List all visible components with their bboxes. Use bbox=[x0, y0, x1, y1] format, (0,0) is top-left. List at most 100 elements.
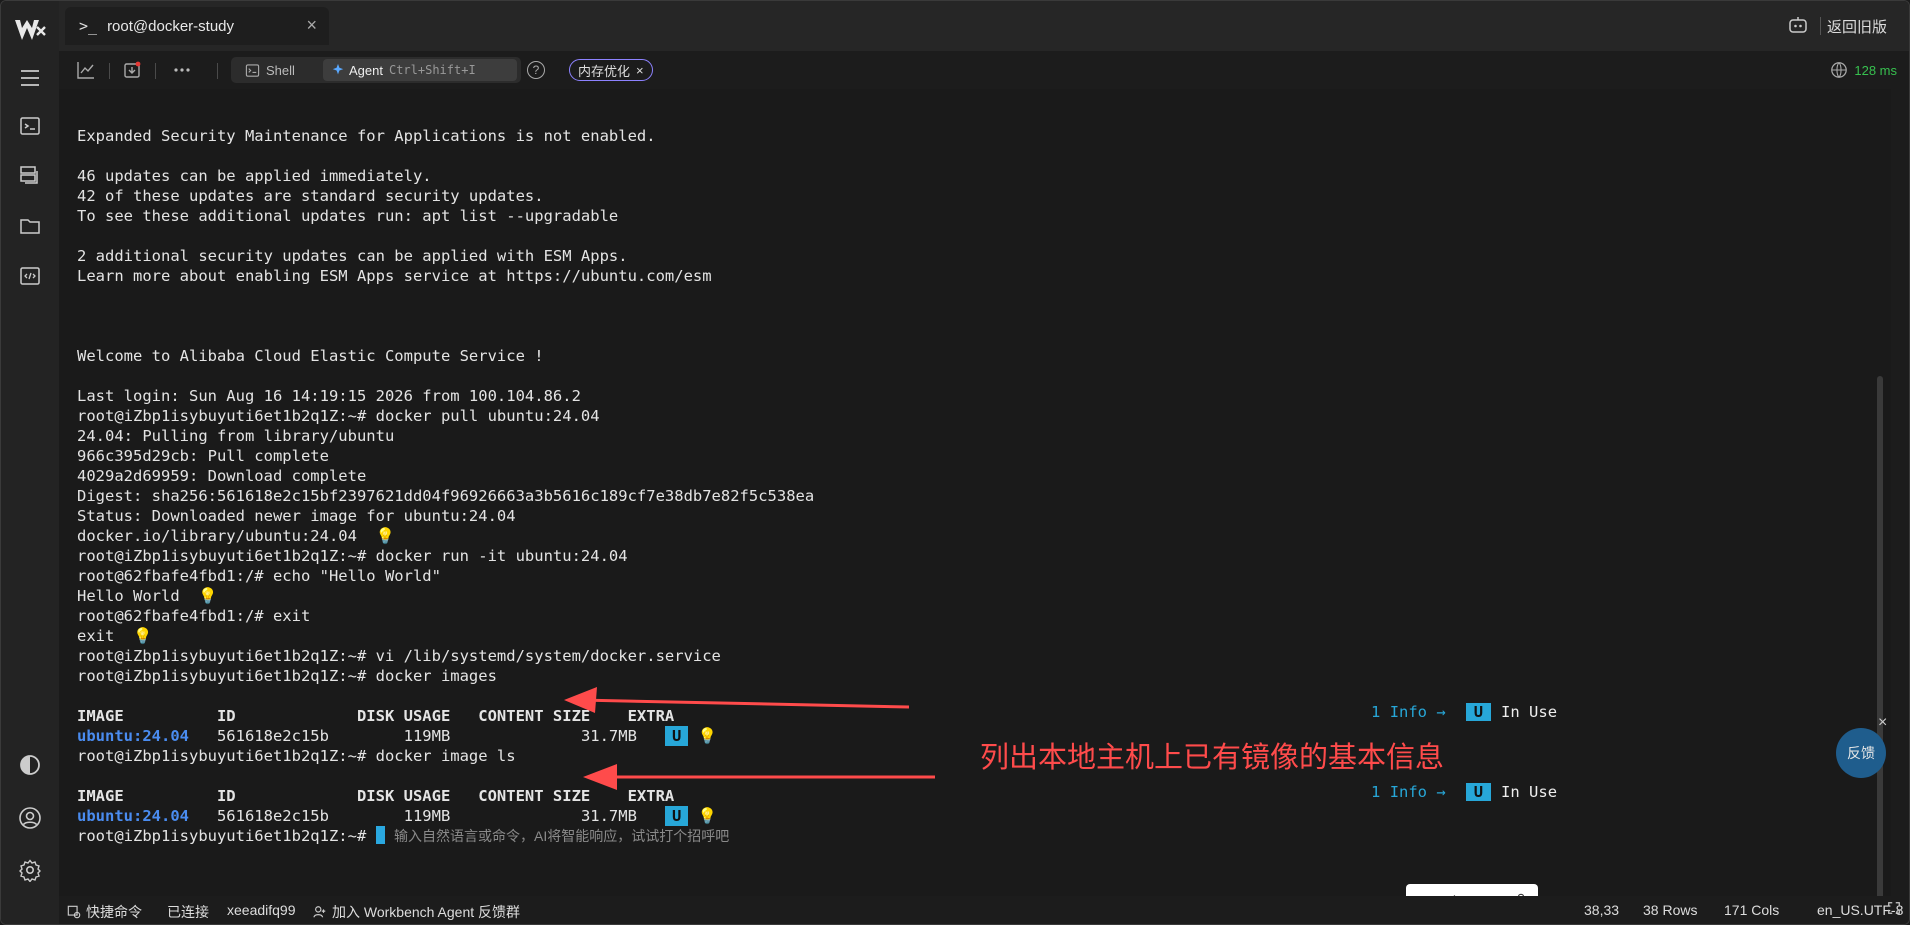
in-use-label: In Use bbox=[1501, 783, 1558, 801]
images-table-header: IMAGE ID DISK USAGE CONTENT SIZE EXTRA bbox=[77, 787, 675, 805]
folder-icon[interactable] bbox=[18, 214, 42, 238]
mode-switcher: Shell Agent Ctrl+Shift+I bbox=[231, 57, 521, 83]
divider bbox=[155, 63, 156, 79]
terminal-output[interactable]: Expanded Security Maintenance for Applic… bbox=[59, 89, 1891, 924]
globe-icon bbox=[1831, 62, 1848, 78]
terminal-line: Expanded Security Maintenance for Applic… bbox=[77, 127, 656, 145]
return-old-version-link[interactable]: 返回旧版 bbox=[1827, 16, 1887, 37]
user-add-icon bbox=[313, 906, 326, 918]
join-feedback-group-link[interactable]: 加入 Workbench Agent 反馈群 bbox=[313, 902, 520, 922]
usage-badge: U bbox=[1465, 703, 1492, 721]
terminal-line: root@iZbp1isybuyuti6et1b2q1Z:~# vi /lib/… bbox=[77, 647, 721, 665]
server-list-icon[interactable] bbox=[18, 164, 42, 188]
help-icon[interactable]: ? bbox=[527, 61, 545, 79]
terminal-line: Welcome to Alibaba Cloud Elastic Compute… bbox=[77, 347, 544, 365]
usage-badge: U bbox=[1465, 783, 1492, 801]
image-ls-command: root@iZbp1isybuyuti6et1b2q1Z:~# docker i… bbox=[77, 747, 516, 765]
quick-command-button[interactable]: 快捷命令 bbox=[67, 902, 142, 922]
lightbulb-icon[interactable]: 💡 bbox=[688, 727, 717, 745]
terminal-toolbar: Shell Agent Ctrl+Shift+I ? 内存优化 × 128 ms bbox=[59, 51, 1909, 89]
terminal-line: root@62fbafe4fbd1:/# echo "Hello World" bbox=[77, 567, 441, 585]
status-bar: 快捷命令 已连接 xeeadifq99 加入 Workbench Agent 反… bbox=[59, 896, 1909, 924]
disk-usage: 119MB bbox=[328, 727, 451, 745]
images-table-row: ubuntu:24.04 561618e2c15b 119MB 31.7MB U… bbox=[77, 726, 717, 746]
chip-close-icon[interactable]: × bbox=[636, 63, 644, 78]
image-name: ubuntu:24.04 bbox=[77, 727, 189, 745]
info-panel: 1 Info → U In Use bbox=[1371, 703, 1557, 721]
images-table-row: ubuntu:24.04 561618e2c15b 119MB 31.7MB U… bbox=[77, 806, 717, 826]
image-name: ubuntu:24.04 bbox=[77, 807, 189, 825]
info-num: 1 bbox=[1371, 783, 1381, 801]
terminal-line: 966c395d29cb: Pull complete bbox=[77, 447, 329, 465]
agent-mode-button[interactable]: Agent Ctrl+Shift+I bbox=[323, 59, 517, 81]
divider bbox=[1820, 17, 1821, 35]
fullscreen-icon[interactable] bbox=[1887, 901, 1901, 918]
app-logo-icon[interactable] bbox=[13, 17, 47, 43]
agent-input-placeholder[interactable]: 输入自然语言或命令，AI将智能响应，试试打个招呼吧 bbox=[394, 828, 729, 844]
lightbulb-icon[interactable]: 💡 bbox=[114, 627, 152, 645]
settings-gear-icon[interactable] bbox=[18, 858, 42, 883]
connection-status: 已连接 bbox=[167, 904, 209, 920]
shell-mode-label: Shell bbox=[266, 62, 295, 78]
info-link[interactable]: 1 Info → bbox=[1371, 703, 1446, 721]
terminal-line: To see these additional updates run: apt… bbox=[77, 207, 619, 225]
feedback-button[interactable]: 反馈 bbox=[1836, 728, 1886, 778]
terminal-line: 24.04: Pulling from library/ubuntu bbox=[77, 427, 395, 445]
agent-mode-label: Agent bbox=[349, 62, 383, 78]
lightbulb-icon[interactable]: 💡 bbox=[688, 807, 717, 825]
left-rail bbox=[1, 1, 59, 924]
content-size: 31.7MB bbox=[450, 807, 637, 825]
lightbulb-icon[interactable]: 💡 bbox=[180, 587, 217, 605]
image-id: 561618e2c15b bbox=[188, 807, 329, 825]
extra-badge: U bbox=[664, 726, 689, 746]
terminal-line: Learn more about enabling ESM Apps servi… bbox=[77, 267, 712, 285]
divider bbox=[109, 63, 110, 79]
row-count: 38 Rows bbox=[1643, 902, 1698, 918]
feedback-close-icon[interactable]: × bbox=[1878, 714, 1887, 732]
robot-assistant-icon[interactable] bbox=[1787, 14, 1809, 36]
info-link[interactable]: 1 Info → bbox=[1371, 783, 1446, 801]
tab-close-icon[interactable]: × bbox=[306, 15, 317, 36]
more-options-icon[interactable] bbox=[171, 59, 193, 81]
quick-command-label: 快捷命令 bbox=[86, 904, 142, 920]
terminal-line: 46 updates can be applied immediately. bbox=[77, 167, 432, 185]
info-link-label: Info → bbox=[1389, 703, 1446, 721]
agent-shortcut: Ctrl+Shift+I bbox=[388, 63, 476, 77]
terminal-line: root@iZbp1isybuyuti6et1b2q1Z:~# docker p… bbox=[77, 407, 600, 425]
terminal-line: root@62fbafe4fbd1:/# exit bbox=[77, 607, 311, 625]
latency-indicator: 128 ms bbox=[1830, 61, 1897, 79]
chip-label: 内存优化 bbox=[578, 63, 631, 79]
in-use-label: In Use bbox=[1501, 703, 1558, 721]
images-table-header: IMAGE ID DISK USAGE CONTENT SIZE EXTRA bbox=[77, 707, 675, 725]
info-panel: 1 Info → U In Use bbox=[1371, 783, 1557, 801]
username: xeeadifq99 bbox=[227, 902, 296, 918]
terminal-line: Status: Downloaded newer image for ubunt… bbox=[77, 507, 516, 525]
extra-badge: U bbox=[664, 806, 689, 826]
image-id: 561618e2c15b bbox=[188, 727, 329, 745]
session-tab[interactable]: >_ root@docker-study × bbox=[65, 7, 329, 45]
terminal-line: Digest: sha256:561618e2c15bf2397621dd04f… bbox=[77, 487, 815, 505]
monitor-chart-icon[interactable] bbox=[75, 59, 97, 81]
shell-mode-button[interactable]: Shell bbox=[235, 60, 315, 80]
content-size: 31.7MB bbox=[450, 727, 637, 745]
terminal-line: 42 of these updates are standard securit… bbox=[77, 187, 544, 205]
text-cursor bbox=[375, 826, 385, 844]
theme-toggle-icon[interactable] bbox=[18, 753, 42, 777]
terminal-icon[interactable] bbox=[18, 114, 42, 138]
menu-icon[interactable] bbox=[18, 66, 42, 90]
quick-command-icon bbox=[67, 905, 81, 919]
code-file-icon[interactable] bbox=[18, 264, 42, 288]
terminal-line: root@iZbp1isybuyuti6et1b2q1Z:~# docker r… bbox=[77, 547, 628, 565]
lightbulb-icon[interactable]: 💡 bbox=[357, 527, 395, 545]
terminal-prompt-icon: >_ bbox=[79, 17, 98, 35]
terminal-history: Expanded Security Maintenance for Applic… bbox=[77, 127, 814, 685]
column-count: 171 Cols bbox=[1724, 902, 1780, 918]
latency-value: 128 ms bbox=[1854, 62, 1897, 78]
download-record-icon[interactable] bbox=[121, 59, 143, 81]
app-window: >_ root@docker-study × 返回旧版 Shell Agent … bbox=[0, 0, 1910, 925]
terminal-line: 2 additional security updates can be app… bbox=[77, 247, 628, 265]
memory-optimize-chip[interactable]: 内存优化 × bbox=[569, 59, 653, 81]
terminal-line: 4029a2d69959: Download complete bbox=[77, 467, 367, 485]
user-account-icon[interactable] bbox=[18, 806, 42, 830]
terminal-scrollbar[interactable] bbox=[1877, 376, 1883, 924]
